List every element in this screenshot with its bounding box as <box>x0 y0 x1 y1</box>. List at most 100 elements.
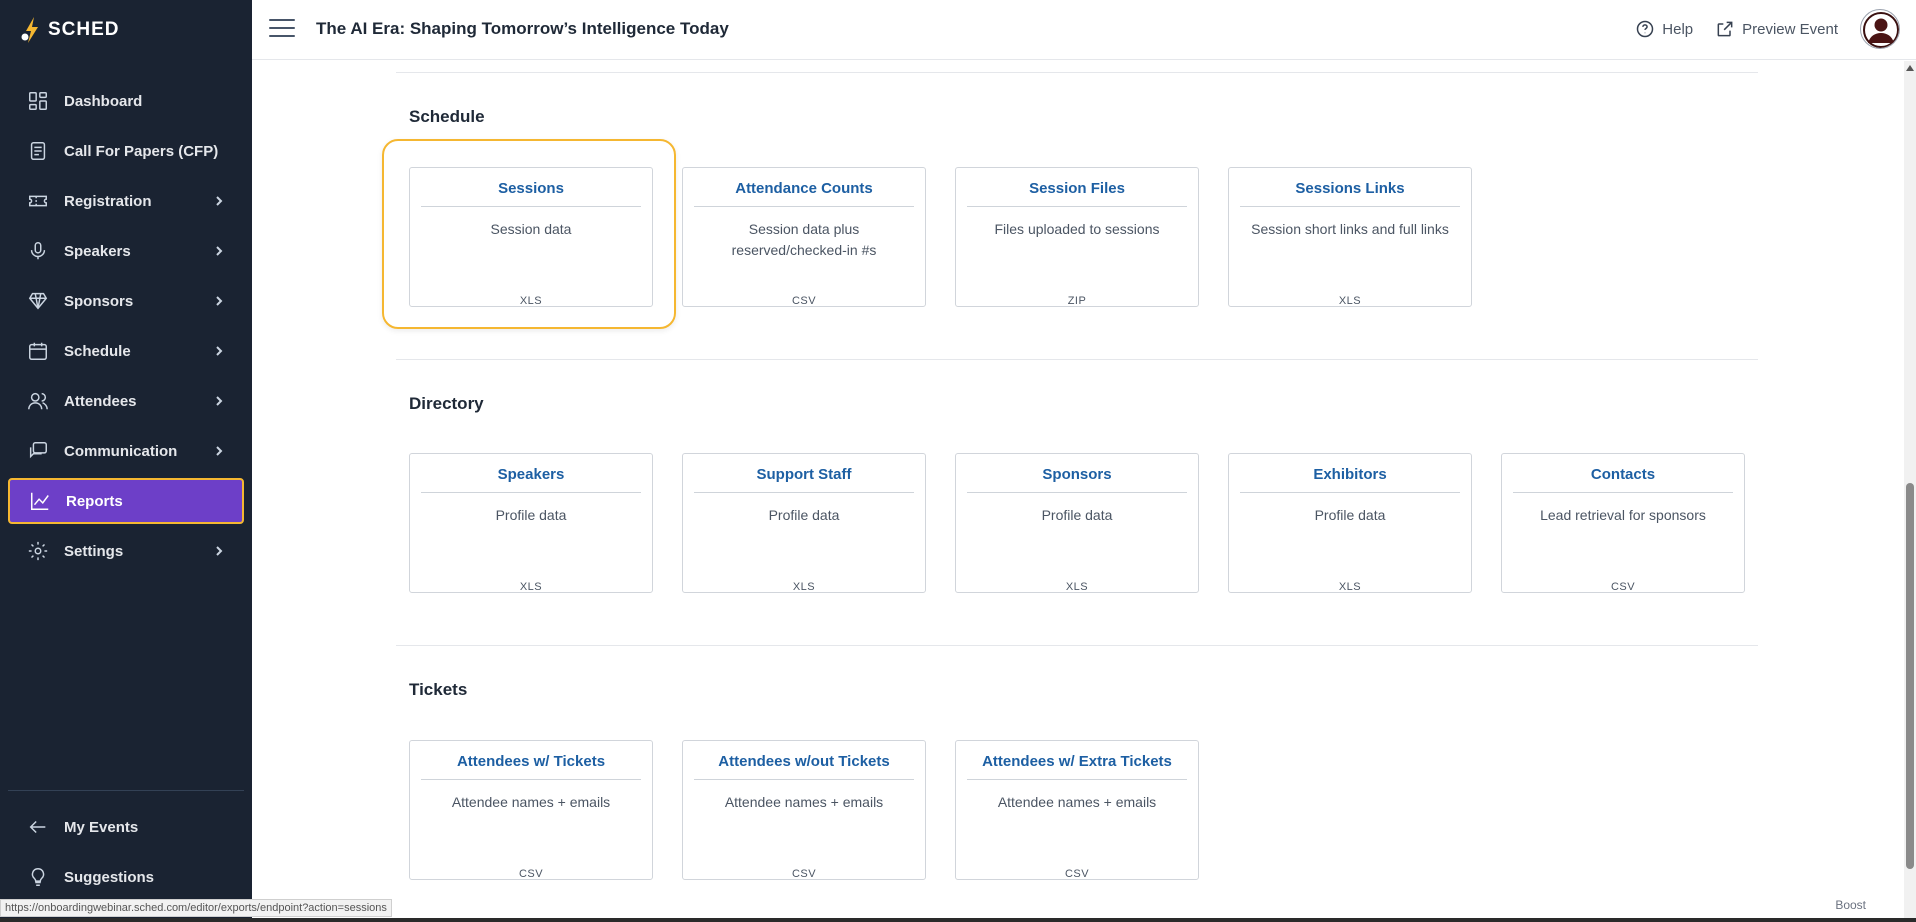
taskbar-strip <box>0 918 1916 922</box>
chevron-right-icon <box>212 544 226 558</box>
scrollbar-thumb[interactable] <box>1906 483 1914 869</box>
sidebar-item-sponsors[interactable]: Sponsors <box>0 276 252 326</box>
sidebar-item-label: Reports <box>66 492 123 510</box>
report-card-description: Profile data <box>768 507 840 523</box>
people-icon <box>26 389 50 413</box>
section-divider <box>396 359 1758 360</box>
sched-logo-icon <box>20 16 42 44</box>
browser-status-url: https://onboardingwebinar.sched.com/edit… <box>0 899 392 917</box>
sidebar-item-attendees[interactable]: Attendees <box>0 376 252 426</box>
report-card-sponsors[interactable]: Sponsors Profile data XLS <box>955 453 1199 593</box>
top-actions: Help Preview Event <box>1635 9 1900 49</box>
report-card-format: ZIP <box>1067 295 1087 307</box>
report-card-description: Session short links and full links <box>1251 221 1449 237</box>
report-card-title: Session Files <box>967 180 1187 207</box>
diamond-icon <box>26 289 50 313</box>
report-card-format: CSV <box>1064 868 1090 880</box>
help-icon <box>1637 20 1654 38</box>
report-card-speakers[interactable]: Speakers Profile data XLS <box>409 453 653 593</box>
sidebar-item-settings[interactable]: Settings <box>0 526 252 576</box>
report-card-session-files[interactable]: Session Files Files uploaded to sessions… <box>955 167 1199 307</box>
gear-icon <box>26 539 50 563</box>
report-card-title: Speakers <box>421 466 641 493</box>
help-label: Help <box>1662 20 1694 38</box>
sidebar-item-schedule[interactable]: Schedule <box>0 326 252 376</box>
sidebar-item-reports[interactable]: Reports <box>8 478 244 524</box>
report-card-format: XLS <box>1338 295 1362 307</box>
sidebar-item-label: Settings <box>64 542 124 560</box>
report-card-attendees-with-tickets[interactable]: Attendees w/ Tickets Attendee names + em… <box>409 740 653 880</box>
report-card-title: Attendees w/ Extra Tickets <box>967 753 1187 780</box>
report-card-format: CSV <box>791 868 817 880</box>
sidebar-bottom-nav: My Events Suggestions <box>0 802 252 902</box>
sidebar-item-label: Attendees <box>64 392 137 410</box>
section-title-directory: Directory <box>409 394 484 413</box>
chevron-right-icon <box>212 394 226 408</box>
preview-event-label: Preview Event <box>1742 20 1838 38</box>
sched-logo[interactable]: SCHED <box>20 14 120 46</box>
report-card-support-staff[interactable]: Support Staff Profile data XLS <box>682 453 926 593</box>
report-card-title: Contacts <box>1513 466 1733 493</box>
report-card-sessions[interactable]: Sessions Session data XLS <box>409 167 653 307</box>
user-avatar[interactable] <box>1860 9 1900 49</box>
report-card-attendees-extra-tickets[interactable]: Attendees w/ Extra Tickets Attendee name… <box>955 740 1199 880</box>
chevron-right-icon <box>212 444 226 458</box>
report-card-description: Profile data <box>1041 507 1113 523</box>
sidebar-item-suggestions[interactable]: Suggestions <box>0 852 252 902</box>
reports-content: Schedule Sessions Session data XLS Atten… <box>252 61 1904 922</box>
report-card-contacts[interactable]: Contacts Lead retrieval for sponsors CSV <box>1501 453 1745 593</box>
section-divider <box>396 72 1758 73</box>
scroll-up-arrow-icon[interactable] <box>1906 65 1914 71</box>
sidebar-item-my-events[interactable]: My Events <box>0 802 252 852</box>
chevron-right-icon <box>212 244 226 258</box>
sidebar-item-communication[interactable]: Communication <box>0 426 252 476</box>
section-title-tickets: Tickets <box>409 680 468 699</box>
vertical-scrollbar[interactable] <box>1904 61 1916 922</box>
cfp-icon <box>26 139 50 163</box>
ticket-icon <box>26 189 50 213</box>
sidebar-item-registration[interactable]: Registration <box>0 176 252 226</box>
report-card-description: Attendee names + emails <box>997 794 1157 810</box>
preview-event-link[interactable]: Preview Event <box>1715 19 1838 39</box>
report-card-title: Exhibitors <box>1240 466 1460 493</box>
sidebar-item-label: Dashboard <box>64 92 143 110</box>
boost-label[interactable]: Boost <box>1835 898 1866 912</box>
menu-toggle-icon[interactable] <box>269 19 295 41</box>
report-card-title: Attendees w/ Tickets <box>421 753 641 780</box>
report-card-description: Lead retrieval for sponsors <box>1540 507 1706 523</box>
chevron-right-icon <box>212 294 226 308</box>
sidebar-item-label: Call For Papers (CFP) <box>64 142 219 160</box>
report-card-exhibitors[interactable]: Exhibitors Profile data XLS <box>1228 453 1472 593</box>
sidebar-item-label: Schedule <box>64 342 131 360</box>
chart-icon <box>28 489 52 513</box>
sidebar-item-speakers[interactable]: Speakers <box>0 226 252 276</box>
report-card-description: Session data <box>490 221 572 237</box>
report-card-description: Files uploaded to sessions <box>994 221 1160 237</box>
sidebar-nav: Dashboard Call For Papers (CFP) Registra… <box>0 76 252 576</box>
sidebar-item-dashboard[interactable]: Dashboard <box>0 76 252 126</box>
report-card-format: CSV <box>518 868 544 880</box>
sidebar-item-label: My Events <box>64 818 139 836</box>
sidebar: SCHED Dashboard Call For Papers (CFP) Re… <box>0 0 252 922</box>
sidebar-item-label: Suggestions <box>64 868 155 886</box>
report-card-title: Sessions <box>421 180 641 207</box>
sidebar-item-label: Registration <box>64 192 152 210</box>
report-card-title: Sessions Links <box>1240 180 1460 207</box>
microphone-icon <box>26 239 50 263</box>
report-card-description: Profile data <box>495 507 567 523</box>
report-card-attendees-without-tickets[interactable]: Attendees w/out Tickets Attendee names +… <box>682 740 926 880</box>
sidebar-item-cfp[interactable]: Call For Papers (CFP) <box>0 126 252 176</box>
report-card-title: Attendees w/out Tickets <box>694 753 914 780</box>
report-card-sessions-links[interactable]: Sessions Links Session short links and f… <box>1228 167 1472 307</box>
report-card-title: Support Staff <box>694 466 914 493</box>
sidebar-item-label: Sponsors <box>64 292 134 310</box>
section-title-schedule: Schedule <box>409 107 485 126</box>
sidebar-item-label: Communication <box>64 442 178 460</box>
chat-icon <box>26 439 50 463</box>
sidebar-divider <box>8 790 244 791</box>
dashboard-icon <box>26 89 50 113</box>
section-divider <box>396 645 1758 646</box>
report-card-format: XLS <box>519 581 543 593</box>
help-link[interactable]: Help <box>1635 19 1693 39</box>
report-card-attendance-counts[interactable]: Attendance Counts Session data plus rese… <box>682 167 926 307</box>
